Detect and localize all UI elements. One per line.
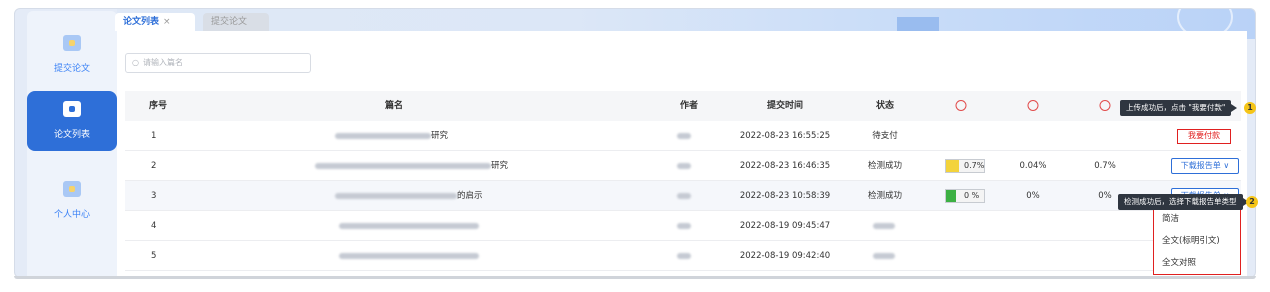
tab-submit-paper[interactable]: 提交论文 bbox=[203, 13, 269, 31]
cell-submit-time: 2022-08-23 10:58:39 bbox=[739, 191, 831, 201]
dropdown-item-concise[interactable]: 简洁 bbox=[1162, 212, 1179, 224]
cell-index: 3 bbox=[151, 191, 157, 201]
cell-metric-2: 0.04% bbox=[1019, 161, 1047, 171]
header-metric-2 bbox=[1027, 91, 1039, 121]
table-row: 5 2022-08-19 09:42:40 bbox=[125, 241, 1241, 271]
header-status: 状态 bbox=[875, 101, 895, 111]
cell-title: 研究 bbox=[335, 121, 448, 151]
window-bottom-edge bbox=[14, 276, 1256, 279]
tooltip-step-2: 检测成功后，选择下载报告单类型 bbox=[1118, 194, 1248, 210]
user-center-icon bbox=[63, 181, 81, 197]
sidebar-item-label: 论文列表 bbox=[53, 130, 90, 140]
edit-list-icon bbox=[63, 101, 81, 117]
cell-title: 研究 bbox=[315, 151, 508, 181]
cell-title bbox=[339, 241, 479, 271]
similarity-fill bbox=[946, 190, 956, 202]
cell-status: 检测成功 bbox=[867, 161, 903, 171]
cell-author bbox=[677, 211, 691, 241]
table-header: 序号 篇名 作者 提交时间 状态 操作 bbox=[125, 91, 1241, 121]
cell-author bbox=[677, 181, 691, 211]
search-input[interactable]: ○ 请输入篇名 bbox=[125, 53, 311, 73]
search-placeholder: 请输入篇名 bbox=[142, 58, 183, 67]
cell-status: 待支付 bbox=[872, 131, 898, 141]
header-index: 序号 bbox=[149, 101, 168, 111]
step-badge-2: 2 bbox=[1246, 196, 1258, 208]
cell-submit-time: 2022-08-19 09:45:47 bbox=[739, 221, 831, 231]
sidebar-item-label: 个人中心 bbox=[53, 210, 90, 220]
cell-index: 1 bbox=[151, 131, 157, 141]
header-title: 篇名 bbox=[384, 101, 404, 111]
similarity-value: 0.7% bbox=[964, 161, 985, 170]
sidebar-item-label: 提交论文 bbox=[53, 64, 90, 74]
cell-metric-2: 0% bbox=[1026, 191, 1040, 201]
cell-index: 4 bbox=[151, 221, 157, 231]
download-report-button[interactable]: 下载报告单 ∨ bbox=[1171, 158, 1239, 174]
tab-label: 论文列表 bbox=[123, 17, 160, 27]
report-type-dropdown: 简洁 全文(标明引文) 全文对照 bbox=[1153, 203, 1241, 275]
table-row: 1 研究 2022-08-23 16:55:25 待支付 我要付款 bbox=[125, 121, 1241, 151]
dropdown-item-full-compare[interactable]: 全文对照 bbox=[1162, 256, 1196, 268]
cell-status bbox=[873, 211, 895, 241]
cell-metric-3: 0% bbox=[1098, 191, 1112, 201]
red-circle-icon bbox=[955, 100, 967, 111]
sidebar: 提交论文 论文列表 个人中心 bbox=[27, 11, 117, 277]
cell-submit-time: 2022-08-19 09:42:40 bbox=[739, 251, 831, 261]
dropdown-item-full-cited[interactable]: 全文(标明引文) bbox=[1162, 234, 1220, 246]
cell-author bbox=[677, 241, 691, 271]
cell-index: 5 bbox=[151, 251, 157, 261]
cell-status: 检测成功 bbox=[867, 191, 903, 201]
tab-paper-list[interactable]: 论文列表 × bbox=[115, 13, 195, 31]
red-circle-icon bbox=[1099, 100, 1111, 111]
red-circle-icon bbox=[1027, 100, 1039, 111]
step-badge-1: 1 bbox=[1244, 102, 1256, 114]
cell-metric-3: 0.7% bbox=[1094, 161, 1116, 171]
tooltip-step-1: 上传成功后，点击 "我要付款" bbox=[1120, 100, 1238, 116]
header-submit-time: 提交时间 bbox=[766, 101, 804, 111]
similarity-bar: 0.7% bbox=[945, 159, 985, 173]
upload-icon bbox=[63, 35, 81, 51]
cell-title: 的启示 bbox=[335, 181, 483, 211]
similarity-fill bbox=[946, 160, 960, 172]
table-row: 3 的启示 2022-08-23 10:58:39 检测成功 0 % 0% 0%… bbox=[125, 181, 1241, 211]
cell-index: 2 bbox=[151, 161, 157, 171]
sidebar-item-submit[interactable]: 提交论文 bbox=[27, 25, 117, 85]
header-metric-3 bbox=[1099, 91, 1111, 121]
table-row: 4 2022-08-19 09:45:47 bbox=[125, 211, 1241, 241]
close-icon[interactable]: × bbox=[163, 17, 171, 27]
cell-status bbox=[873, 241, 895, 271]
pay-button[interactable]: 我要付款 bbox=[1177, 129, 1231, 144]
app-window: 提交论文 论文列表 个人中心 论文列表 × 提交论文 ○ 请输入篇名 序号 篇名 作… bbox=[14, 8, 1256, 278]
search-icon: ○ bbox=[132, 58, 139, 67]
similarity-bar: 0 % bbox=[945, 189, 985, 203]
cell-author bbox=[677, 121, 691, 151]
tab-label: 提交论文 bbox=[211, 17, 248, 27]
header-author: 作者 bbox=[679, 101, 699, 111]
header-similarity bbox=[955, 91, 967, 121]
similarity-value: 0 % bbox=[964, 191, 980, 200]
sidebar-item-paper-list[interactable]: 论文列表 bbox=[27, 91, 117, 151]
table-row: 2 研究 2022-08-23 16:46:35 检测成功 0.7% 0.04%… bbox=[125, 151, 1241, 181]
cell-submit-time: 2022-08-23 16:46:35 bbox=[739, 161, 831, 171]
sidebar-item-profile[interactable]: 个人中心 bbox=[27, 171, 117, 231]
main-content: ○请输入篇名 序号 篇名 作者 提交时间 状态 操作 1 研究 2022-08-… bbox=[117, 31, 1247, 277]
cell-author bbox=[677, 151, 691, 181]
cell-title bbox=[339, 211, 479, 241]
cell-submit-time: 2022-08-23 16:55:25 bbox=[739, 131, 831, 141]
